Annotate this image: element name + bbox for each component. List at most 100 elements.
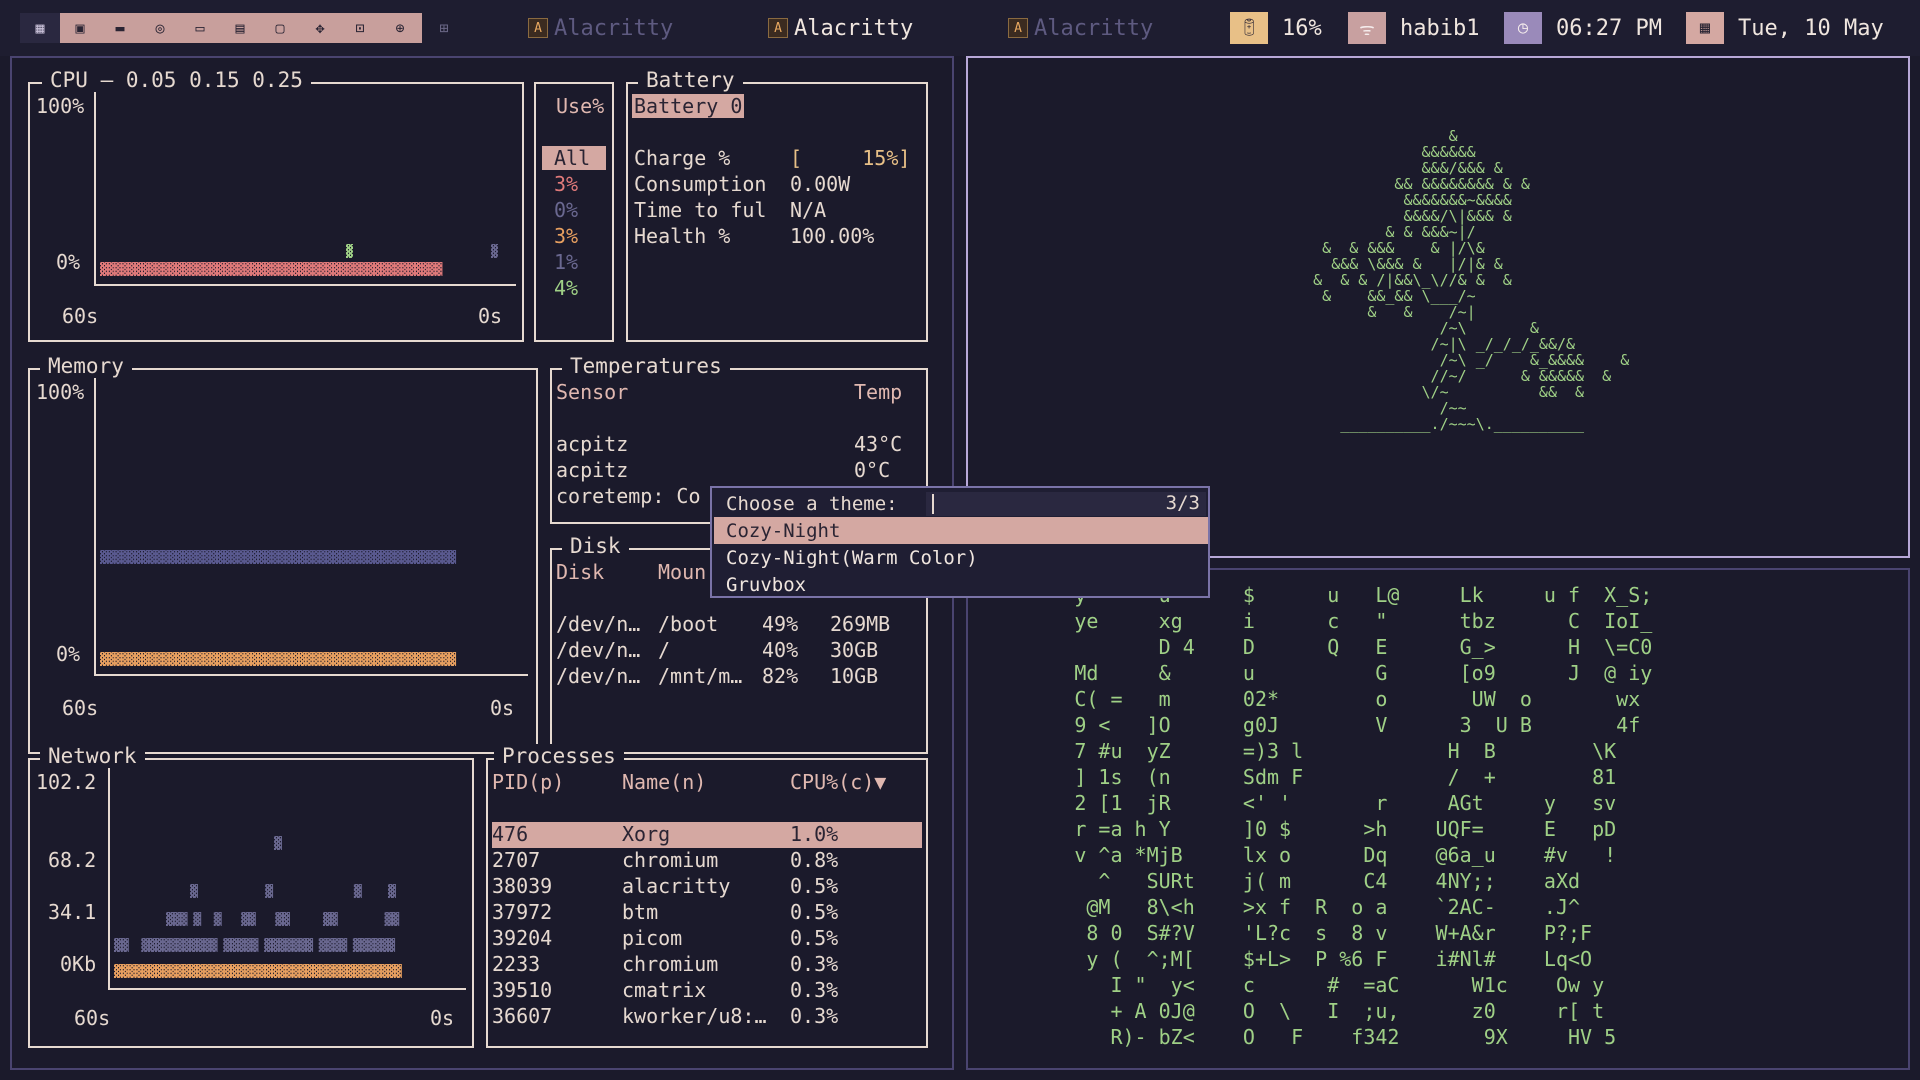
- memory-y-top: 100%: [36, 380, 85, 404]
- cpu-legend-item[interactable]: 3%: [554, 172, 578, 196]
- proc-name[interactable]: alacritty: [622, 874, 730, 898]
- disk-row-mount: /: [658, 638, 671, 662]
- workspace-3-button[interactable]: ▬: [100, 13, 140, 43]
- disk-col-disk: Disk: [556, 560, 605, 584]
- network-widget[interactable]: Network 102.2 68.2 34.1 0Kb 60s 0s ▓▓▓▓▓…: [28, 744, 474, 1048]
- memory-widget[interactable]: Memory 100% 0% 60s 0s ▓▓▓▓▓▓▓▓▓▓▓▓▓▓▓▓▓▓…: [28, 354, 538, 754]
- proc-pid[interactable]: 39204: [492, 926, 552, 950]
- network-y-label: 102.2: [36, 770, 97, 794]
- proc-col-cpu[interactable]: CPU%(c)▼: [790, 770, 886, 794]
- theme-option-cozy-night[interactable]: Cozy-Night: [714, 517, 1208, 544]
- window-tab-3[interactable]: A Alacritty: [1008, 12, 1153, 44]
- proc-pid[interactable]: 38039: [492, 874, 552, 898]
- chat-icon: ▢: [275, 19, 285, 37]
- cpu-x-left: 60s: [62, 304, 99, 328]
- cpu-legend-item[interactable]: 1%: [554, 250, 578, 274]
- theme-picker-popup[interactable]: Choose a theme: 3/3 Cozy-Night Cozy-Nigh…: [710, 486, 1210, 598]
- battery-tab[interactable]: Battery 0: [632, 94, 745, 118]
- cpu-legend-item-all[interactable]: All: [542, 146, 606, 170]
- cpu-spike: ▓: [346, 244, 353, 259]
- cpu-legend[interactable]: Use% All 3% 0% 3% 1% 4%: [534, 82, 614, 342]
- battery-row-label: Consumption: [634, 172, 767, 196]
- proc-name[interactable]: chromium: [622, 952, 718, 976]
- cpu-legend-item[interactable]: 0%: [554, 198, 578, 222]
- folder-icon: ▬: [115, 19, 125, 37]
- proc-name[interactable]: chromium: [622, 848, 718, 872]
- workspace-1-button[interactable]: ▦: [20, 13, 60, 43]
- ram-usage-line: ▓▓▓▓▓▓▓▓▓▓▓▓▓▓▓▓▓▓▓▓▓▓▓▓▓▓▓▓▓▓▓▓▓▓▓▓▓▓▓▓…: [100, 652, 456, 667]
- proc-pid[interactable]: 2707: [492, 848, 540, 872]
- cpu-spike: ▓: [491, 244, 498, 259]
- memory-chart: ▓▓▓▓▓▓▓▓▓▓▓▓▓▓▓▓▓▓▓▓▓▓▓▓▓▓▓▓▓▓▓▓▓▓▓▓▓▓▓▓…: [94, 378, 528, 676]
- disk-row-pct: 82%: [762, 664, 799, 688]
- disk-row-name: /dev/n…: [556, 664, 641, 688]
- bonsai-terminal-window[interactable]: & &&&&&& &&&/&&& & && &&&&&&&& & & &&&&&…: [966, 56, 1910, 558]
- battery-row-value: N/A: [790, 198, 827, 222]
- table-row[interactable]: [492, 822, 922, 848]
- proc-pid[interactable]: 36607: [492, 1004, 552, 1028]
- swap-usage-line: ▓▓▓▓▓▓▓▓▓▓▓▓▓▓▓▓▓▓▓▓▓▓▓▓▓▓▓▓▓▓▓▓▓▓▓▓▓▓▓▓…: [100, 550, 456, 565]
- alacritty-icon: A: [1008, 18, 1028, 38]
- settings-icon: ⊡: [355, 19, 365, 37]
- window-tab-2[interactable]: A Alacritty: [768, 12, 913, 44]
- workspace-9-button[interactable]: ⊡: [340, 13, 380, 43]
- workspace-4-button[interactable]: ◎: [140, 13, 180, 43]
- battery-title: Battery: [638, 68, 743, 92]
- workspace-7-button[interactable]: ▢: [260, 13, 300, 43]
- cpu-title: CPU — 0.05 0.15 0.25: [42, 68, 311, 92]
- processes-widget[interactable]: Processes PID(p) Name(n) CPU%(c)▼ 476 Xo…: [486, 744, 928, 1048]
- theme-picker-prompt: Choose a theme:: [726, 492, 898, 515]
- battery-row-value: [ 15%]: [790, 146, 911, 170]
- proc-cpu: 0.5%: [790, 874, 839, 898]
- clock-time: 06:27 PM: [1556, 15, 1662, 41]
- window-tab-label: Alacritty: [794, 15, 914, 41]
- proc-name[interactable]: cmatrix: [622, 978, 706, 1002]
- workspace-2-button[interactable]: ▣: [60, 13, 100, 43]
- temp-row-value: 43°C: [854, 432, 903, 456]
- proc-col-pid[interactable]: PID(p): [492, 770, 564, 794]
- matrix-terminal-window[interactable]: y u $ u L@ Lk u f X_S; ye xg i c " tbz C…: [966, 568, 1910, 1070]
- workspace-10-button[interactable]: ⊕: [380, 13, 420, 43]
- workspace-6-button[interactable]: ▤: [220, 13, 260, 43]
- proc-cpu: 0.5%: [790, 926, 839, 950]
- grid-icon: ▦: [35, 19, 45, 37]
- proc-name: Xorg: [622, 822, 671, 846]
- proc-cpu: 0.3%: [790, 1004, 839, 1028]
- memory-x-right: 0s: [490, 696, 515, 720]
- battery-widget[interactable]: Battery Battery 0 Charge % [ 15%] Consum…: [626, 68, 928, 342]
- window-tab-1[interactable]: A Alacritty: [528, 12, 673, 44]
- theme-option-gruvbox[interactable]: Gruvbox: [714, 571, 1208, 598]
- battery-row-value: 100.00%: [790, 224, 875, 248]
- disk-row-mount: /boot: [658, 612, 719, 636]
- proc-pid[interactable]: 39510: [492, 978, 552, 1002]
- theme-option-cozy-night-warm[interactable]: Cozy-Night(Warm Color): [714, 544, 1208, 571]
- wifi-name: habib1: [1400, 15, 1480, 41]
- grid2-icon: ⊞: [439, 19, 449, 37]
- disk-row-size: 10GB: [830, 664, 879, 688]
- proc-pid[interactable]: 37972: [492, 900, 552, 924]
- proc-name[interactable]: kworker/u8:…: [622, 1004, 767, 1028]
- cpu-x-right: 0s: [478, 304, 503, 328]
- wifi-icon: ᯤ: [1359, 19, 1375, 40]
- apps-icon: ⊕: [395, 19, 405, 37]
- proc-name[interactable]: btm: [622, 900, 658, 924]
- proc-pid[interactable]: 2233: [492, 952, 540, 976]
- cpu-widget[interactable]: CPU — 0.05 0.15 0.25 100% 0% 60s 0s ▓▓▓▓…: [28, 68, 524, 342]
- clock-date: Tue, 10 May: [1738, 15, 1884, 41]
- calendar-icon: ▦: [1699, 18, 1711, 38]
- network-x-left: 60s: [74, 1006, 111, 1030]
- battery-row-label: Health %: [634, 224, 731, 248]
- proc-cpu: 0.3%: [790, 952, 839, 976]
- proc-col-name[interactable]: Name(n): [622, 770, 706, 794]
- workspace-5-button[interactable]: ▭: [180, 13, 220, 43]
- workspace-11-button[interactable]: ⊞: [424, 13, 464, 43]
- theme-search-input[interactable]: 3/3: [926, 492, 1206, 516]
- network-chart: ▓▓▓▓▓▓▓▓▓▓▓▓▓▓▓▓▓▓▓▓▓▓▓▓▓▓▓▓▓▓▓▓▓▓▓▓▓▓▓▓…: [108, 768, 466, 990]
- disk-row-name: /dev/n…: [556, 638, 641, 662]
- proc-name[interactable]: picom: [622, 926, 682, 950]
- network-tx-peaks: ▓ ▓ ▓ ▓: [190, 884, 396, 899]
- workspace-8-button[interactable]: ✥: [300, 13, 340, 43]
- proc-cpu: 1.0%: [790, 822, 839, 846]
- cpu-legend-item[interactable]: 4%: [554, 276, 578, 300]
- cpu-legend-item[interactable]: 3%: [554, 224, 578, 248]
